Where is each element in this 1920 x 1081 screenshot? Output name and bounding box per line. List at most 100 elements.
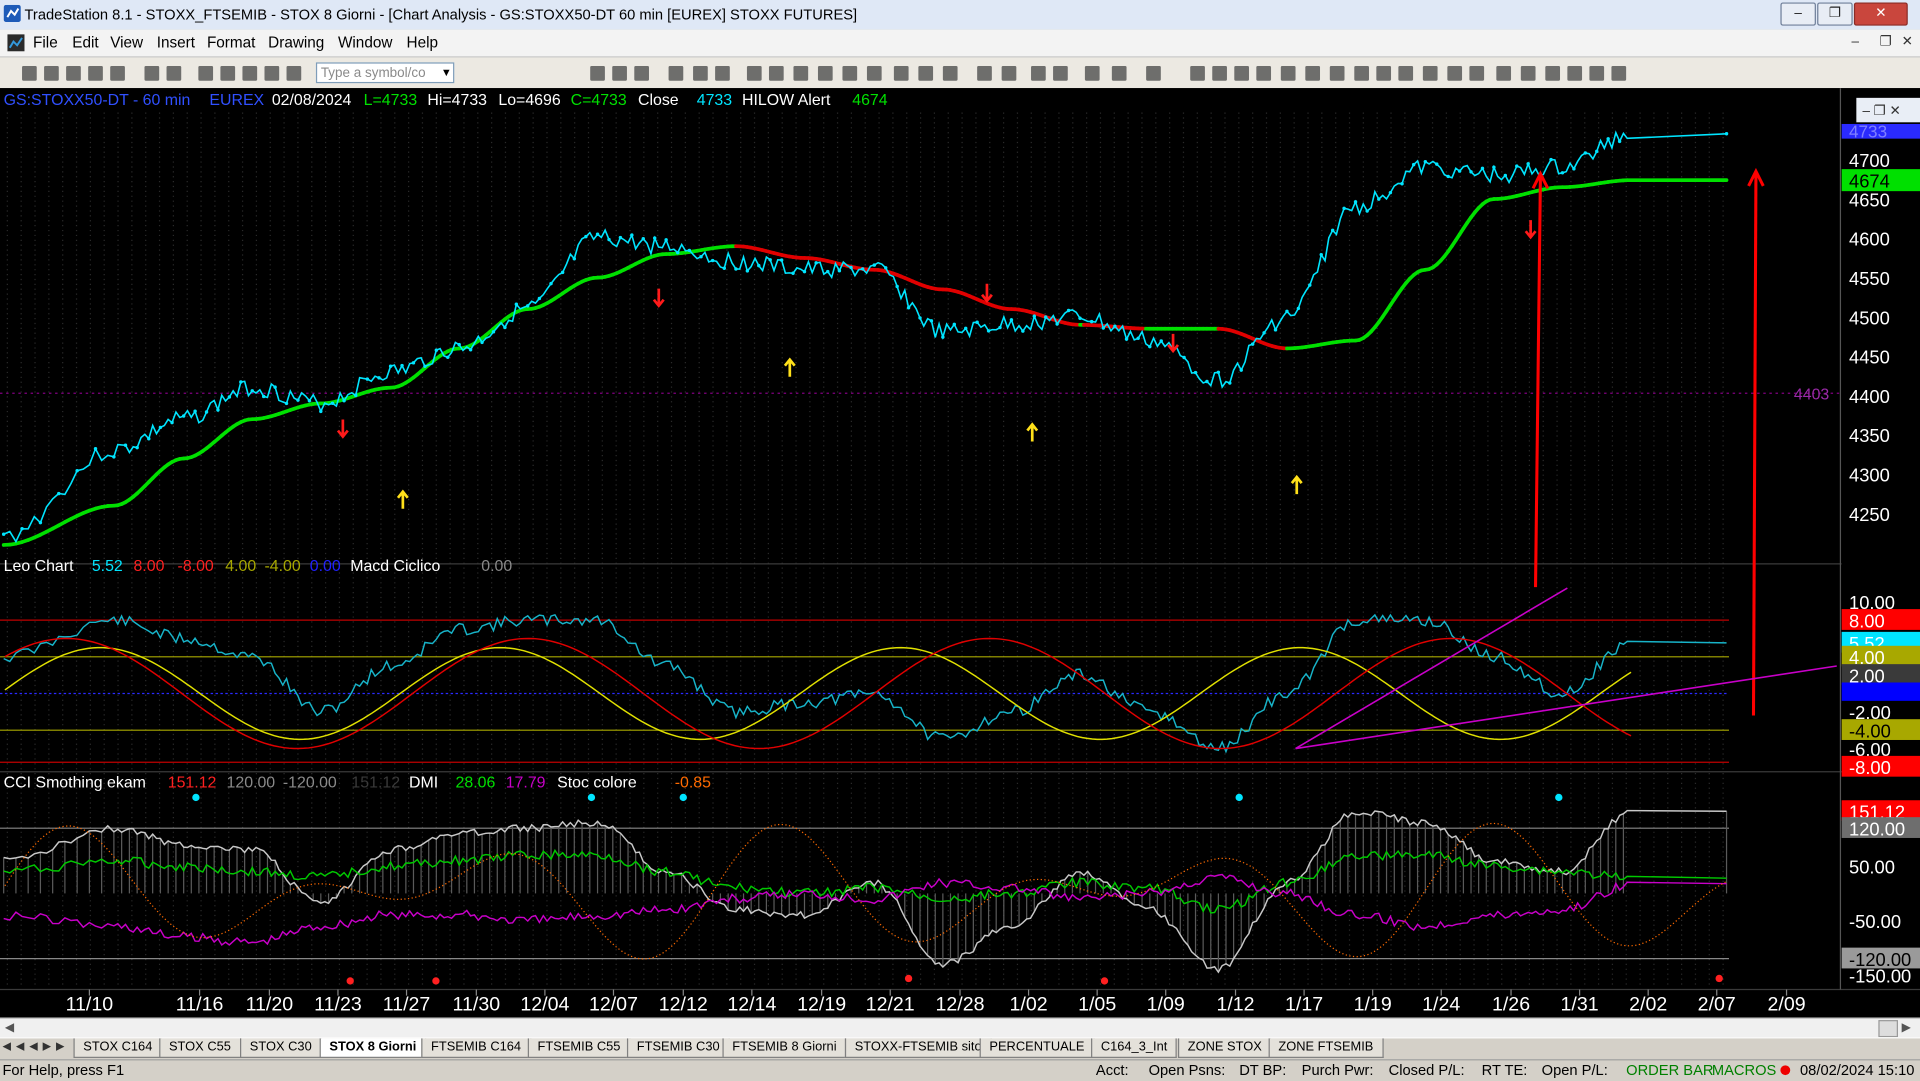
toolbar-button-icon[interactable] <box>1234 66 1249 81</box>
toolbar-button-icon[interactable] <box>590 66 605 81</box>
toolbar-button-icon[interactable] <box>1305 66 1320 81</box>
tab-stox-c164[interactable]: STOX C164 <box>73 1038 162 1058</box>
symbol-dropdown-icon[interactable]: ▼ <box>438 62 454 83</box>
toolbar-button-icon[interactable] <box>1085 66 1100 81</box>
toolbar-button-icon[interactable] <box>793 66 808 81</box>
tab-stox-c30[interactable]: STOX C30 <box>240 1038 322 1058</box>
toolbar-button-icon[interactable] <box>22 66 37 81</box>
toolbar-button-icon[interactable] <box>1354 66 1369 81</box>
toolbar-button-icon[interactable] <box>1146 66 1161 81</box>
close-button[interactable]: ✕ <box>1854 2 1908 25</box>
menu-view[interactable]: View <box>110 34 143 51</box>
toolbar-button-icon[interactable] <box>1611 66 1626 81</box>
menu-insert[interactable]: Insert <box>157 34 195 51</box>
close-price-point <box>826 270 829 273</box>
tab-stox-c55[interactable]: STOX C55 <box>159 1038 241 1058</box>
menu-help[interactable]: Help <box>407 34 438 51</box>
tab-zone-stox[interactable]: ZONE STOX <box>1178 1038 1272 1058</box>
toolbar-button-icon[interactable] <box>634 66 649 81</box>
toolbar-button-icon[interactable] <box>693 66 708 81</box>
menu-format[interactable]: Format <box>207 34 255 51</box>
tab-stox-8-giorni[interactable]: STOX 8 Giorni <box>320 1038 427 1058</box>
tab-ftsemib-c30[interactable]: FTSEMIB C30 <box>627 1038 729 1058</box>
toolbar-button-icon[interactable] <box>1545 66 1560 81</box>
toolbar-button-icon[interactable] <box>747 66 762 81</box>
tab-ftsemib-c164[interactable]: FTSEMIB C164 <box>421 1038 531 1058</box>
toolbar-button-icon[interactable] <box>1567 66 1582 81</box>
close-price-point <box>1136 337 1139 340</box>
toolbar-button-icon[interactable] <box>44 66 59 81</box>
toolbar-button-icon[interactable] <box>1112 66 1127 81</box>
maximize-button[interactable]: ❐ <box>1817 2 1853 25</box>
scroll-left-icon[interactable]: ◀ <box>5 1021 14 1034</box>
tab-nav-arrows[interactable]: ◀◀◀▶▶ <box>2 1040 69 1053</box>
close-price-point <box>400 364 403 367</box>
close-price-point <box>1320 253 1323 256</box>
toolbar-button-icon[interactable] <box>1423 66 1438 81</box>
tab-percentuale[interactable]: PERCENTUALE <box>980 1038 1095 1058</box>
toolbar-button-icon[interactable] <box>1190 66 1205 81</box>
close-price-point <box>1504 174 1507 177</box>
minimize-button[interactable]: – <box>1780 2 1816 25</box>
toolbar-button-icon[interactable] <box>110 66 125 81</box>
toolbar-button-icon[interactable] <box>198 66 213 81</box>
toolbar-button-icon[interactable] <box>818 66 833 81</box>
toolbar-button-icon[interactable] <box>1002 66 1017 81</box>
toolbar-button-icon[interactable] <box>66 66 81 81</box>
toolbar-button-icon[interactable] <box>1256 66 1271 81</box>
date-tick-label: 1/09 <box>1147 993 1185 1015</box>
sell-arrow-icon <box>654 289 664 306</box>
toolbar-button-icon[interactable] <box>1521 66 1536 81</box>
scroll-right-icon[interactable]: ▶ <box>1902 1021 1911 1034</box>
tab-ftsemib-8-giorni[interactable]: FTSEMIB 8 Giorni <box>722 1038 846 1058</box>
toolbar-button-icon[interactable] <box>1469 66 1484 81</box>
menu-edit[interactable]: Edit <box>72 34 98 51</box>
toolbar-button-icon[interactable] <box>894 66 909 81</box>
mdi-minimize-button[interactable]: – <box>1851 34 1859 49</box>
toolbar-button-icon[interactable] <box>612 66 627 81</box>
toolbar-button-icon[interactable] <box>88 66 103 81</box>
toolbar-button-icon[interactable] <box>867 66 882 81</box>
toolbar-button-icon[interactable] <box>1330 66 1345 81</box>
toolbar-button-icon[interactable] <box>977 66 992 81</box>
date-tick-label: 12/19 <box>797 993 846 1015</box>
toolbar-button-icon[interactable] <box>1281 66 1296 81</box>
chart-canvas[interactable]: GS:STOXX50-DT - 60 min EUREX 02/08/2024 … <box>0 88 1920 1018</box>
toolbar-button-icon[interactable] <box>1398 66 1413 81</box>
tab-stoxx-ftsemib-sito[interactable]: STOXX-FTSEMIB sito <box>845 1038 992 1058</box>
toolbar-button-icon[interactable] <box>842 66 857 81</box>
menu-window[interactable]: Window <box>338 34 392 51</box>
toolbar-button-icon[interactable] <box>144 66 159 81</box>
status-macros[interactable]: MACROS <box>1712 1060 1776 1081</box>
status-order-bar[interactable]: ORDER BAR <box>1626 1060 1713 1081</box>
toolbar-button-icon[interactable] <box>1447 66 1462 81</box>
menu-drawing[interactable]: Drawing <box>268 34 324 51</box>
toolbar-button-icon[interactable] <box>1053 66 1068 81</box>
toolbar-button-icon[interactable] <box>669 66 684 81</box>
toolbar-button-icon[interactable] <box>1496 66 1511 81</box>
toolbar-button-icon[interactable] <box>1376 66 1391 81</box>
tab-zone-ftsemib[interactable]: ZONE FTSEMIB <box>1269 1038 1384 1058</box>
close-price-point <box>619 236 622 239</box>
toolbar-button-icon[interactable] <box>242 66 257 81</box>
horizontal-scrollbar[interactable]: ◀ ▶ <box>0 1018 1920 1039</box>
toolbar-button-icon[interactable] <box>167 66 182 81</box>
toolbar-button-icon[interactable] <box>1212 66 1227 81</box>
tab-ftsemib-c55[interactable]: FTSEMIB C55 <box>528 1038 630 1058</box>
symbol-input[interactable]: Type a symbol/co <box>316 62 454 83</box>
toolbar-button-icon[interactable] <box>715 66 730 81</box>
menu-file[interactable]: File <box>33 34 58 51</box>
toolbar-button-icon[interactable] <box>220 66 235 81</box>
toolbar-button-icon[interactable] <box>1031 66 1046 81</box>
mdi-close-button[interactable]: ✕ <box>1902 33 1913 49</box>
toolbar-button-icon[interactable] <box>264 66 279 81</box>
tab-c164-3-int[interactable]: C164_3_Int <box>1091 1038 1177 1058</box>
toolbar-button-icon[interactable] <box>1589 66 1604 81</box>
toolbar-button-icon[interactable] <box>769 66 784 81</box>
toolbar-button-icon[interactable] <box>943 66 958 81</box>
toolbar-button-icon[interactable] <box>918 66 933 81</box>
toolbar-button-icon[interactable] <box>287 66 302 81</box>
mdi-restore-button[interactable]: ❐ <box>1880 33 1892 49</box>
cci-dmi2: 17.79 <box>506 775 546 792</box>
scroll-thumb[interactable] <box>1878 1020 1898 1037</box>
